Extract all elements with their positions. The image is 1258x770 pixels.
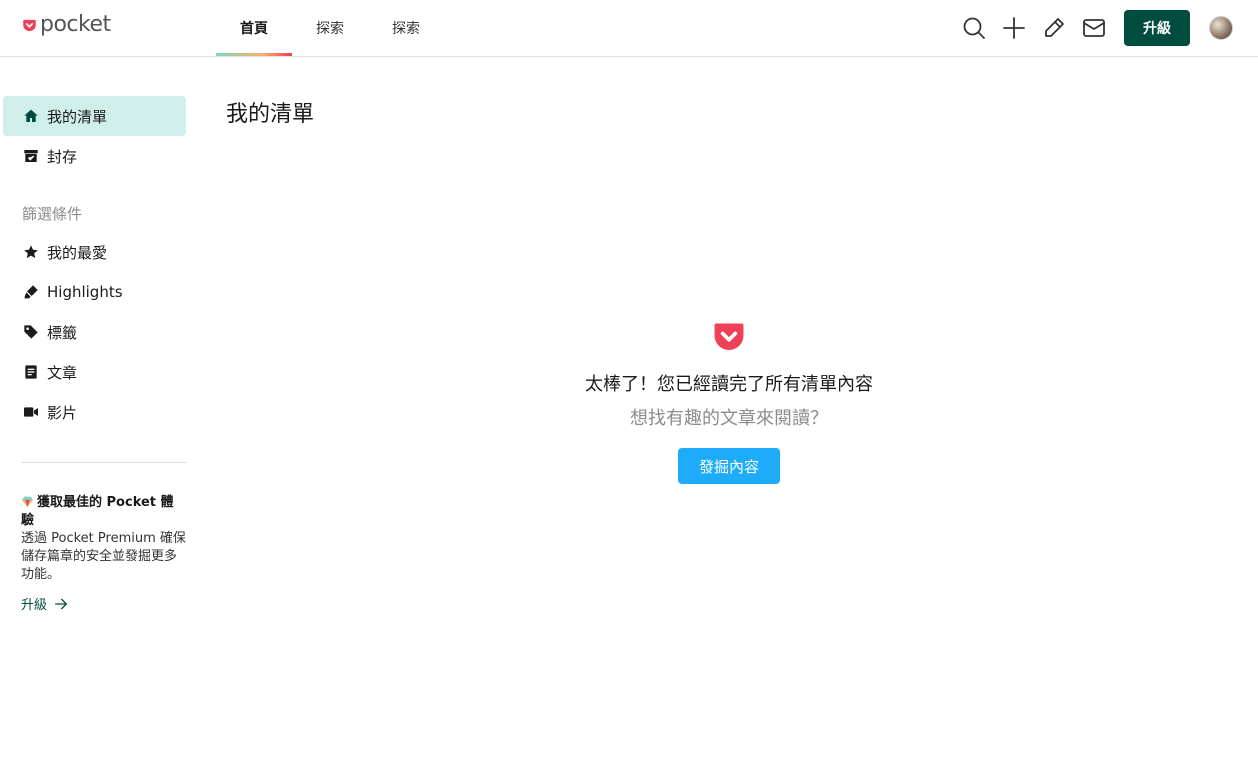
sidebar-item-highlights[interactable]: Highlights <box>3 272 186 312</box>
empty-state: 太棒了！您已經讀完了所有清單內容 想找有趣的文章來閱讀？ 發掘內容 <box>529 320 929 484</box>
avatar[interactable] <box>1209 16 1233 40</box>
promo-upgrade-link[interactable]: 升級 <box>21 594 69 613</box>
search-button[interactable] <box>954 8 994 48</box>
sidebar: 我的清單 封存 篩選條件 我的最愛 Highlights 標籤 文章 影片 獲取… <box>0 57 200 770</box>
pocket-logo[interactable]: pocket <box>22 12 111 38</box>
sidebar-item-label: 我的最愛 <box>47 243 108 262</box>
pocket-logo-icon <box>23 19 36 31</box>
tag-icon <box>22 323 40 341</box>
empty-state-title: 太棒了！您已經讀完了所有清單內容 <box>585 374 873 395</box>
premium-promo: 獲取最佳的 Pocket 體驗 透過 Pocket Premium 確保儲存篇章… <box>21 494 186 584</box>
arrow-right-icon <box>55 598 68 609</box>
highlights-button[interactable] <box>1034 8 1074 48</box>
top-header: pocket 首頁 探索 探索 升級 <box>0 0 1258 57</box>
sidebar-item-tags[interactable]: 標籤 <box>3 312 186 352</box>
promo-link-label: 升級 <box>21 598 48 613</box>
add-button[interactable] <box>994 8 1034 48</box>
main-nav: 首頁 探索 探索 <box>216 0 444 56</box>
sidebar-item-videos[interactable]: 影片 <box>3 392 186 432</box>
tab-explore-2[interactable]: 探索 <box>368 0 444 56</box>
add-icon <box>1003 17 1025 39</box>
sidebar-item-archive[interactable]: 封存 <box>3 136 186 176</box>
messages-button[interactable] <box>1074 8 1114 48</box>
header-toolbar: 升級 <box>954 0 1258 56</box>
sidebar-item-articles[interactable]: 文章 <box>3 352 186 392</box>
home-icon <box>22 107 40 125</box>
search-icon <box>963 17 985 39</box>
empty-state-subtitle: 想找有趣的文章來閱讀？ <box>630 408 828 429</box>
promo-title: 獲取最佳的 Pocket 體驗 <box>21 494 186 530</box>
pocket-icon <box>714 323 744 351</box>
gem-icon <box>22 496 33 507</box>
sidebar-item-favorites[interactable]: 我的最愛 <box>3 232 186 272</box>
highlight-icon <box>22 283 40 301</box>
video-icon <box>22 403 40 421</box>
sidebar-item-label: 文章 <box>47 363 78 382</box>
sidebar-item-label: Highlights <box>47 283 123 301</box>
sidebar-item-label: 封存 <box>47 147 78 166</box>
star-icon <box>22 243 40 261</box>
sidebar-item-label: 我的清單 <box>47 107 108 126</box>
sidebar-item-my-list[interactable]: 我的清單 <box>3 96 186 136</box>
highlighter-icon <box>1045 18 1064 37</box>
logo-text: pocket <box>40 12 111 37</box>
upgrade-button[interactable]: 升級 <box>1124 10 1190 46</box>
tab-home[interactable]: 首頁 <box>216 0 292 56</box>
sidebar-item-label: 標籤 <box>47 323 78 342</box>
mail-icon <box>1083 19 1105 37</box>
tab-explore[interactable]: 探索 <box>292 0 368 56</box>
sidebar-item-label: 影片 <box>47 403 78 422</box>
sidebar-divider <box>21 462 186 463</box>
page-title: 我的清單 <box>226 102 315 127</box>
archive-icon <box>22 147 40 165</box>
discover-button[interactable]: 發掘內容 <box>678 448 780 484</box>
promo-body: 透過 Pocket Premium 確保儲存篇章的安全並發掘更多功能。 <box>21 531 186 582</box>
article-icon <box>22 363 40 381</box>
filter-heading: 篩選條件 <box>22 205 83 223</box>
promo-title-text: 獲取最佳的 Pocket 體驗 <box>21 495 174 528</box>
